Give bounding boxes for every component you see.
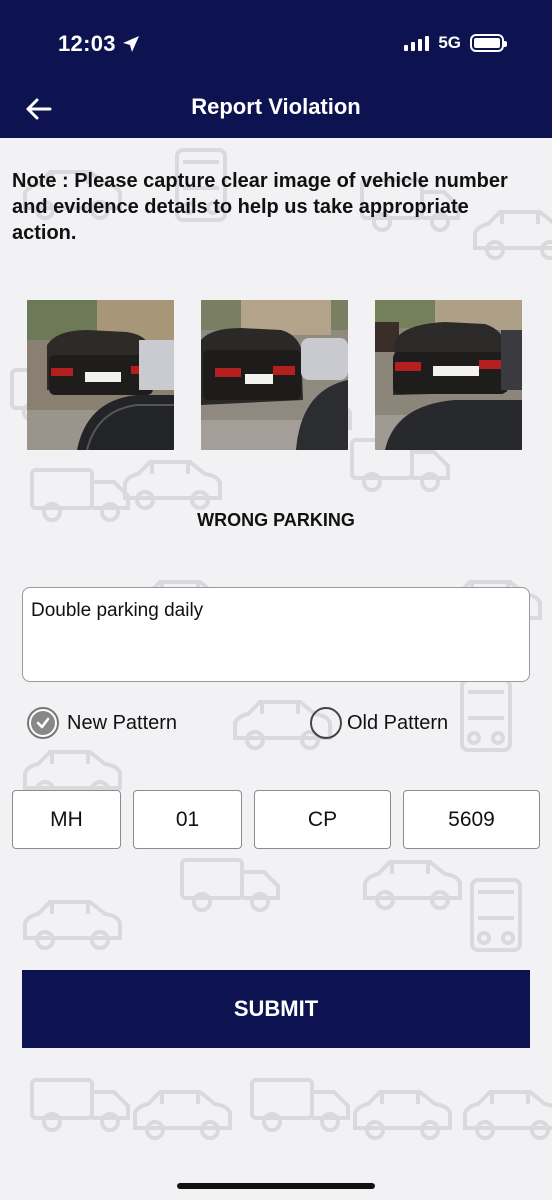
vehicle-photo-2[interactable] [201,300,348,450]
new-pattern-option[interactable]: New Pattern [27,706,177,740]
old-pattern-option[interactable]: Old Pattern [310,706,448,740]
plate-district-field[interactable]: 01 [133,790,242,849]
status-time: 12:03 [58,31,116,56]
battery-icon [470,34,507,52]
instruction-note: Note : Please capture clear image of veh… [12,170,508,244]
location-arrow-icon [122,36,139,52]
old-pattern-radio-icon[interactable] [310,707,342,739]
submit-button[interactable]: SUBMIT [22,970,530,1048]
plate-series-field[interactable]: CP [254,790,391,849]
status-bar-right: 5G [404,33,507,53]
new-pattern-radio-checked-icon[interactable] [27,707,59,739]
page-title: Report Violation [191,94,361,119]
report-form: Note : Please capture clear image of veh… [0,138,552,1200]
vehicle-photo-1[interactable] [27,300,174,450]
plate-number-field[interactable]: 5609 [403,790,540,849]
new-pattern-label: New Pattern [67,711,178,734]
violation-type-label: WRONG PARKING [197,510,355,530]
status-bar-time-group: 12:03 [58,31,140,57]
plate-state-field[interactable]: MH [12,790,121,849]
old-pattern-label: Old Pattern [347,711,449,734]
description-field[interactable]: Double parking daily [22,587,530,682]
signal-bars-icon [404,35,430,51]
vehicle-photo-3[interactable] [375,300,522,450]
home-indicator[interactable] [177,1183,375,1189]
app-header: 12:03 5G Report Violation [0,0,552,138]
network-label: 5G [438,33,461,52]
